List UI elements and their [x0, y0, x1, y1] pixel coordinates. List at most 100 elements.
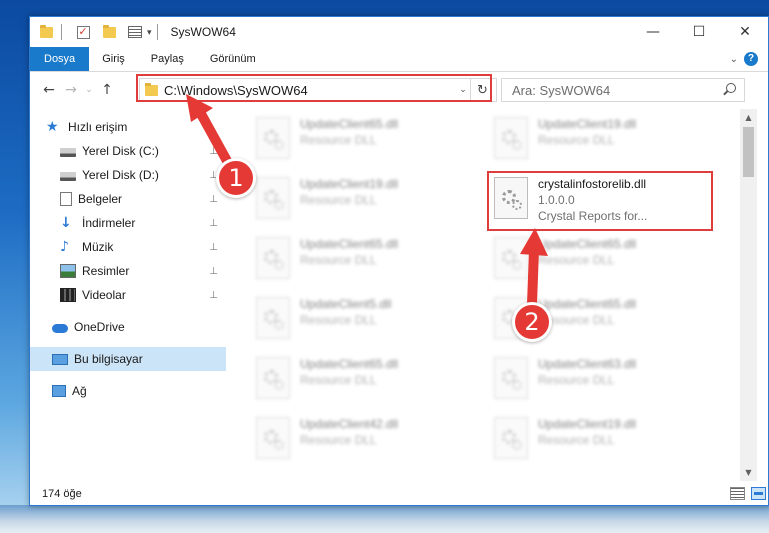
sidebar-item-local-disk-c[interactable]: Yerel Disk (C:) ⊥ — [30, 139, 226, 163]
tab-gorunum[interactable]: Görünüm — [197, 47, 269, 71]
navigation-pane: ★ Hızlı erişim Yerel Disk (C:) ⊥ Yerel D… — [30, 109, 226, 481]
download-icon: ↓ — [60, 215, 72, 231]
sidebar-item-network[interactable]: Ağ — [30, 379, 226, 403]
file-list: UpdateClient65.dll Resource DLL UpdateCli… — [240, 109, 740, 481]
details-view-icon[interactable] — [730, 487, 745, 500]
pin-icon[interactable]: ⊥ — [209, 194, 218, 205]
file-name: UpdateClient19.dll — [538, 417, 637, 431]
properties-check-icon[interactable]: ✓ — [73, 22, 93, 42]
sidebar-item-pictures[interactable]: Resimler ⊥ — [30, 259, 226, 283]
scroll-up-icon[interactable]: ▲ — [740, 109, 757, 126]
sidebar-item-label: Resimler — [82, 264, 130, 278]
scrollbar-thumb[interactable] — [743, 127, 754, 177]
dll-file-icon — [256, 357, 290, 399]
separator — [156, 24, 158, 40]
close-button[interactable]: ✕ — [722, 17, 768, 47]
sidebar-item-label: Hızlı erişim — [68, 120, 128, 134]
sidebar-item-this-pc[interactable]: Bu bilgisayar — [30, 347, 226, 371]
dll-file-icon — [494, 237, 528, 279]
pin-icon[interactable]: ⊥ — [209, 218, 218, 229]
tab-paylas[interactable]: Paylaş — [138, 47, 197, 71]
cloud-icon — [52, 324, 68, 333]
file-item[interactable]: UpdateClient19.dll Resource DLL — [250, 173, 486, 229]
address-dropdown-icon[interactable]: ⌄ — [456, 85, 470, 95]
sidebar-item-quick-access[interactable]: ★ Hızlı erişim — [30, 115, 226, 139]
pin-icon[interactable]: ⊥ — [209, 242, 218, 253]
title-bar: ✓ ▾ SysWOW64 — ☐ ✕ — [30, 17, 768, 47]
file-item[interactable]: UpdateClient63.dll Resource DLL — [488, 353, 724, 409]
pin-icon[interactable]: ⊥ — [209, 290, 218, 301]
file-item[interactable]: UpdateClient65.dll Resource DLL — [250, 113, 486, 169]
file-name: UpdateClient42.dll — [300, 417, 399, 431]
pin-icon[interactable]: ⊥ — [209, 146, 218, 157]
step-badge-2: 2 — [512, 302, 552, 342]
computer-icon — [52, 353, 68, 365]
sidebar-item-label: Videolar — [82, 288, 126, 302]
pin-icon[interactable]: ⊥ — [209, 266, 218, 277]
music-icon: ♪ — [60, 239, 69, 255]
address-bar[interactable]: C:\Windows\SysWOW64 ⌄ — [139, 78, 497, 102]
expand-ribbon-icon[interactable]: ⌄ — [730, 54, 738, 65]
minimize-button[interactable]: — — [630, 17, 676, 47]
sidebar-item-local-disk-d[interactable]: Yerel Disk (D:) ⊥ — [30, 163, 226, 187]
file-item[interactable]: UpdateClient65.dll Resource DLL — [250, 233, 486, 289]
sidebar-item-documents[interactable]: Belgeler ⊥ — [30, 187, 226, 211]
window-controls: — ☐ ✕ — [630, 17, 768, 47]
search-input[interactable]: Ara: SysWOW64 — [501, 78, 745, 102]
file-item[interactable]: UpdateClient5.dll Resource DLL — [250, 293, 486, 349]
dll-file-icon — [256, 237, 290, 279]
navigation-bar: ← → ⌄ ↑ C:\Windows\SysWOW64 ⌄ ↻ Ara: Sys… — [30, 72, 768, 108]
maximize-button[interactable]: ☐ — [676, 17, 722, 47]
sidebar-item-label: Müzik — [82, 240, 114, 254]
file-item[interactable]: UpdateClient19.dll Resource DLL — [488, 413, 724, 469]
file-explorer-window: ✓ ▾ SysWOW64 — ☐ ✕ Dosya Giriş Paylaş Gö… — [29, 16, 769, 506]
file-item[interactable]: UpdateClient65.dll Resource DLL — [250, 353, 486, 409]
videos-icon — [60, 288, 76, 302]
folder-icon — [145, 82, 158, 96]
file-description: Resource DLL — [300, 193, 377, 207]
dll-file-icon — [256, 417, 290, 459]
vertical-scrollbar[interactable]: ▲ ▼ — [740, 109, 757, 481]
forward-button[interactable]: → — [60, 82, 82, 98]
sidebar-item-label: Belgeler — [78, 192, 123, 206]
file-name: UpdateClient65.dll — [300, 117, 399, 131]
file-description: Resource DLL — [300, 373, 377, 387]
refresh-button[interactable]: ↻ — [470, 78, 494, 102]
tab-dosya[interactable]: Dosya — [30, 47, 90, 71]
item-count: 174 öğe — [42, 488, 82, 500]
search-icon[interactable] — [726, 83, 736, 93]
file-name: UpdateClient19.dll — [538, 117, 637, 131]
quick-access-dropdown-icon[interactable]: ▾ — [147, 27, 152, 38]
tab-giris[interactable]: Giriş — [89, 47, 138, 71]
sidebar-item-label: Ağ — [72, 384, 87, 398]
sidebar-item-downloads[interactable]: ↓ İndirmeler ⊥ — [30, 211, 226, 235]
sidebar-item-onedrive[interactable]: OneDrive — [30, 315, 226, 339]
file-item[interactable]: UpdateClient65.dll Resource DLL — [488, 233, 724, 289]
address-path[interactable]: C:\Windows\SysWOW64 — [164, 83, 456, 98]
file-description: Resource DLL — [300, 253, 377, 267]
sidebar-item-music[interactable]: ♪ Müzik ⊥ — [30, 235, 226, 259]
recent-locations-button[interactable]: ⌄ — [82, 85, 96, 95]
properties-icon[interactable] — [125, 22, 145, 42]
up-button[interactable]: ↑ — [96, 82, 118, 98]
dll-file-icon — [494, 417, 528, 459]
disk-icon — [60, 148, 76, 157]
dll-file-icon — [256, 117, 290, 159]
new-folder-icon[interactable] — [99, 22, 119, 42]
sidebar-item-label: Yerel Disk (C:) — [82, 144, 159, 158]
file-item[interactable]: UpdateClient19.dll Resource DLL — [488, 113, 724, 169]
file-item-crystalinfostorelib[interactable]: crystalinfostorelib.dll 1.0.0.0 Crystal … — [488, 173, 724, 229]
dll-file-icon — [494, 357, 528, 399]
step-badge-1: 1 — [216, 158, 256, 198]
folder-icon — [36, 22, 56, 42]
scroll-down-icon[interactable]: ▼ — [740, 464, 757, 481]
help-icon[interactable]: ? — [744, 52, 758, 66]
pictures-icon — [60, 264, 76, 278]
file-name: UpdateClient65.dll — [300, 237, 399, 251]
file-item[interactable]: UpdateClient42.dll Resource DLL — [250, 413, 486, 469]
file-description: Resource DLL — [538, 433, 615, 447]
file-description: Resource DLL — [300, 433, 377, 447]
back-button[interactable]: ← — [38, 82, 60, 98]
tiles-view-icon[interactable] — [751, 487, 766, 500]
sidebar-item-videos[interactable]: Videolar ⊥ — [30, 283, 226, 307]
